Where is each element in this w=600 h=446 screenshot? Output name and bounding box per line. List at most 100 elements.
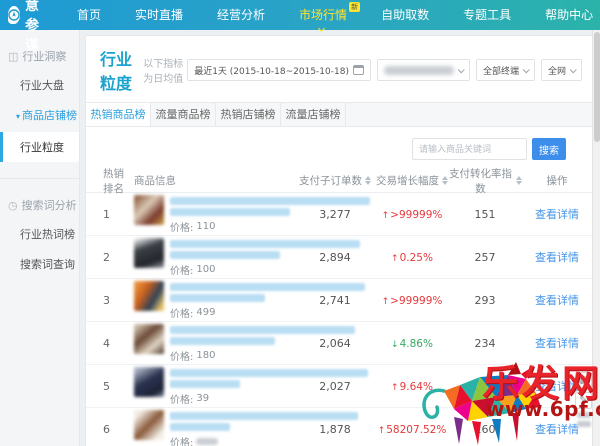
rank-value: 6 [86,423,134,436]
scrollbar-thumb[interactable] [594,32,600,142]
col-product-info: 商品信息 [134,173,294,188]
product-name-blurred[interactable] [170,369,368,377]
qr-code-button[interactable]: ▦ [575,372,592,389]
sidebar-item-product-shop-rank[interactable]: ▾商品店铺榜 [0,100,79,130]
product-info-cell: 价格:110 [134,194,294,234]
product-name-blurred[interactable] [170,326,355,334]
rank-value: 1 [86,208,134,221]
conversion-value: 234 [448,337,522,350]
product-name-blurred[interactable] [170,283,365,291]
rank-table: 热销排名 商品信息 支付子订单数 交易增长幅度 支付转化率指数 操作 1 价格:… [86,169,592,446]
product-image[interactable] [134,367,164,397]
view-details-link[interactable]: 查看详情 [535,380,579,393]
growth-value: ↑>99999% [376,294,448,307]
vertical-scrollbar[interactable] [592,30,600,446]
chevron-down-icon [570,66,577,73]
feedback-button[interactable]: ✎ [575,392,592,409]
nav-item-market[interactable]: 市场行情 新 [282,0,364,30]
up-arrow-icon: ↑ [382,297,390,307]
search-input[interactable] [412,138,527,160]
product-price: 价格:100 [170,262,360,277]
sidebar-item-word-query[interactable]: 搜索词查询 [0,249,79,279]
top-navbar: 生意参谋 首页 实时直播 经营分析 市场行情 新 自助取数 专题工具 帮助中心 … [0,0,600,30]
table-row: 6 价格: 1,878 ↑58207.52% 160 查看详情 [86,408,592,446]
rank-tabs: 热销商品榜 流量商品榜 热销店铺榜 流量店铺榜 [86,102,592,127]
product-price: 价格:39 [170,391,368,406]
view-details-link[interactable]: 查看详情 [535,294,579,307]
product-name-blurred [170,251,280,259]
product-name-blurred [170,337,275,345]
product-name-blurred[interactable] [170,197,370,205]
nav-item-data[interactable]: 自助取数 [364,0,446,30]
product-info-cell: 价格: [134,409,294,446]
app-logo[interactable]: 生意参谋 [0,0,60,55]
growth-value: ↑58207.52% [376,423,448,436]
view-details-link[interactable]: 查看详情 [535,337,579,350]
product-price: 价格:110 [170,219,370,234]
nav-item-analysis[interactable]: 经营分析 [200,0,282,30]
product-name-blurred [170,423,230,431]
product-price: 价格:180 [170,348,355,363]
conversion-value: 257 [448,251,522,264]
search-button[interactable]: 搜索 [532,138,566,160]
sort-icon[interactable] [365,176,371,185]
table-row: 5 价格:39 2,027 ↑9.64% 240 查看详情 [86,365,592,408]
tab-hot-shops[interactable]: 热销店铺榜 [216,103,281,126]
sidebar-item-hot-words[interactable]: 行业热词榜 [0,219,79,249]
product-info-cell: 价格:39 [134,366,294,406]
table-row: 3 价格:499 2,741 ↑>99999% 293 查看详情 [86,279,592,322]
rank-value: 2 [86,251,134,264]
table-row: 2 价格:100 2,894 ↑0.25% 257 查看详情 [86,236,592,279]
product-name-blurred [170,380,240,388]
product-price: 价格: [170,434,358,446]
sidebar: ◫ 行业洞察 行业大盘 ▾商品店铺榜 行业粒度 ◷ 搜索词分析 行业热词榜 搜索… [0,30,80,446]
tab-hot-products[interactable]: 热销商品榜 [86,103,151,126]
up-arrow-icon: ↑ [391,383,399,393]
view-details-link[interactable]: 查看详情 [535,208,579,221]
blurred-category-text [384,66,454,75]
main-menu: 首页 实时直播 经营分析 市场行情 新 自助取数 专题工具 帮助中心 [60,0,600,30]
conversion-value: 293 [448,294,522,307]
conversion-value: 151 [448,208,522,221]
col-growth[interactable]: 交易增长幅度 [376,173,448,188]
nav-item-help[interactable]: 帮助中心 [528,0,600,30]
product-image[interactable] [134,238,164,268]
table-row: 4 价格:180 2,064 ↓4.86% 234 查看详情 [86,322,592,365]
category-select-blurred[interactable] [377,59,470,81]
down-arrow-icon: ↓ [391,340,399,350]
nav-item-home[interactable]: 首页 [60,0,118,30]
nav-item-live[interactable]: 实时直播 [118,0,200,30]
col-conversion[interactable]: 支付转化率指数 [448,166,522,196]
product-image[interactable] [134,281,164,311]
up-arrow-icon: ↑ [391,254,399,264]
scope-filter-select[interactable]: 全网 [541,59,582,81]
nav-item-tools[interactable]: 专题工具 [446,0,528,30]
view-details-link[interactable]: 查看详情 [535,251,579,264]
device-filter-select[interactable]: 全部终端 [476,59,535,81]
view-details-link[interactable]: 查看详情 [535,423,579,436]
growth-value: ↑>99999% [376,208,448,221]
product-image[interactable] [134,410,164,440]
table-row: 1 价格:110 3,277 ↑>99999% 151 查看详情 [86,193,592,236]
chevron-down-icon [458,66,465,73]
product-info-cell: 价格:180 [134,323,294,363]
product-image[interactable] [134,195,164,225]
orders-value: 2,027 [294,380,376,393]
product-image[interactable] [134,324,164,354]
rank-value: 4 [86,337,134,350]
conversion-value: 160 [448,423,522,436]
product-name-blurred[interactable] [170,240,360,248]
tab-traffic-products[interactable]: 流量商品榜 [151,103,216,126]
floating-widget: ▦ ✎ [575,372,592,427]
tab-traffic-shops[interactable]: 流量店铺榜 [281,103,346,126]
sidebar-item-industry-overview[interactable]: 行业大盘 [0,70,79,100]
page-subtitle: 以下指标为日均值 [143,55,187,85]
col-action: 操作 [522,173,592,188]
col-orders[interactable]: 支付子订单数 [294,173,376,188]
rank-value: 5 [86,380,134,393]
sidebar-item-industry-granularity[interactable]: 行业粒度 [0,132,79,162]
date-range-picker[interactable]: 最近1天 (2015-10-18~2015-10-18) [187,59,371,81]
sidebar-section-search-analysis: ◷ 搜索词分析 [0,193,79,219]
product-name-blurred[interactable] [170,412,358,420]
caret-down-icon: ▾ [16,112,20,121]
